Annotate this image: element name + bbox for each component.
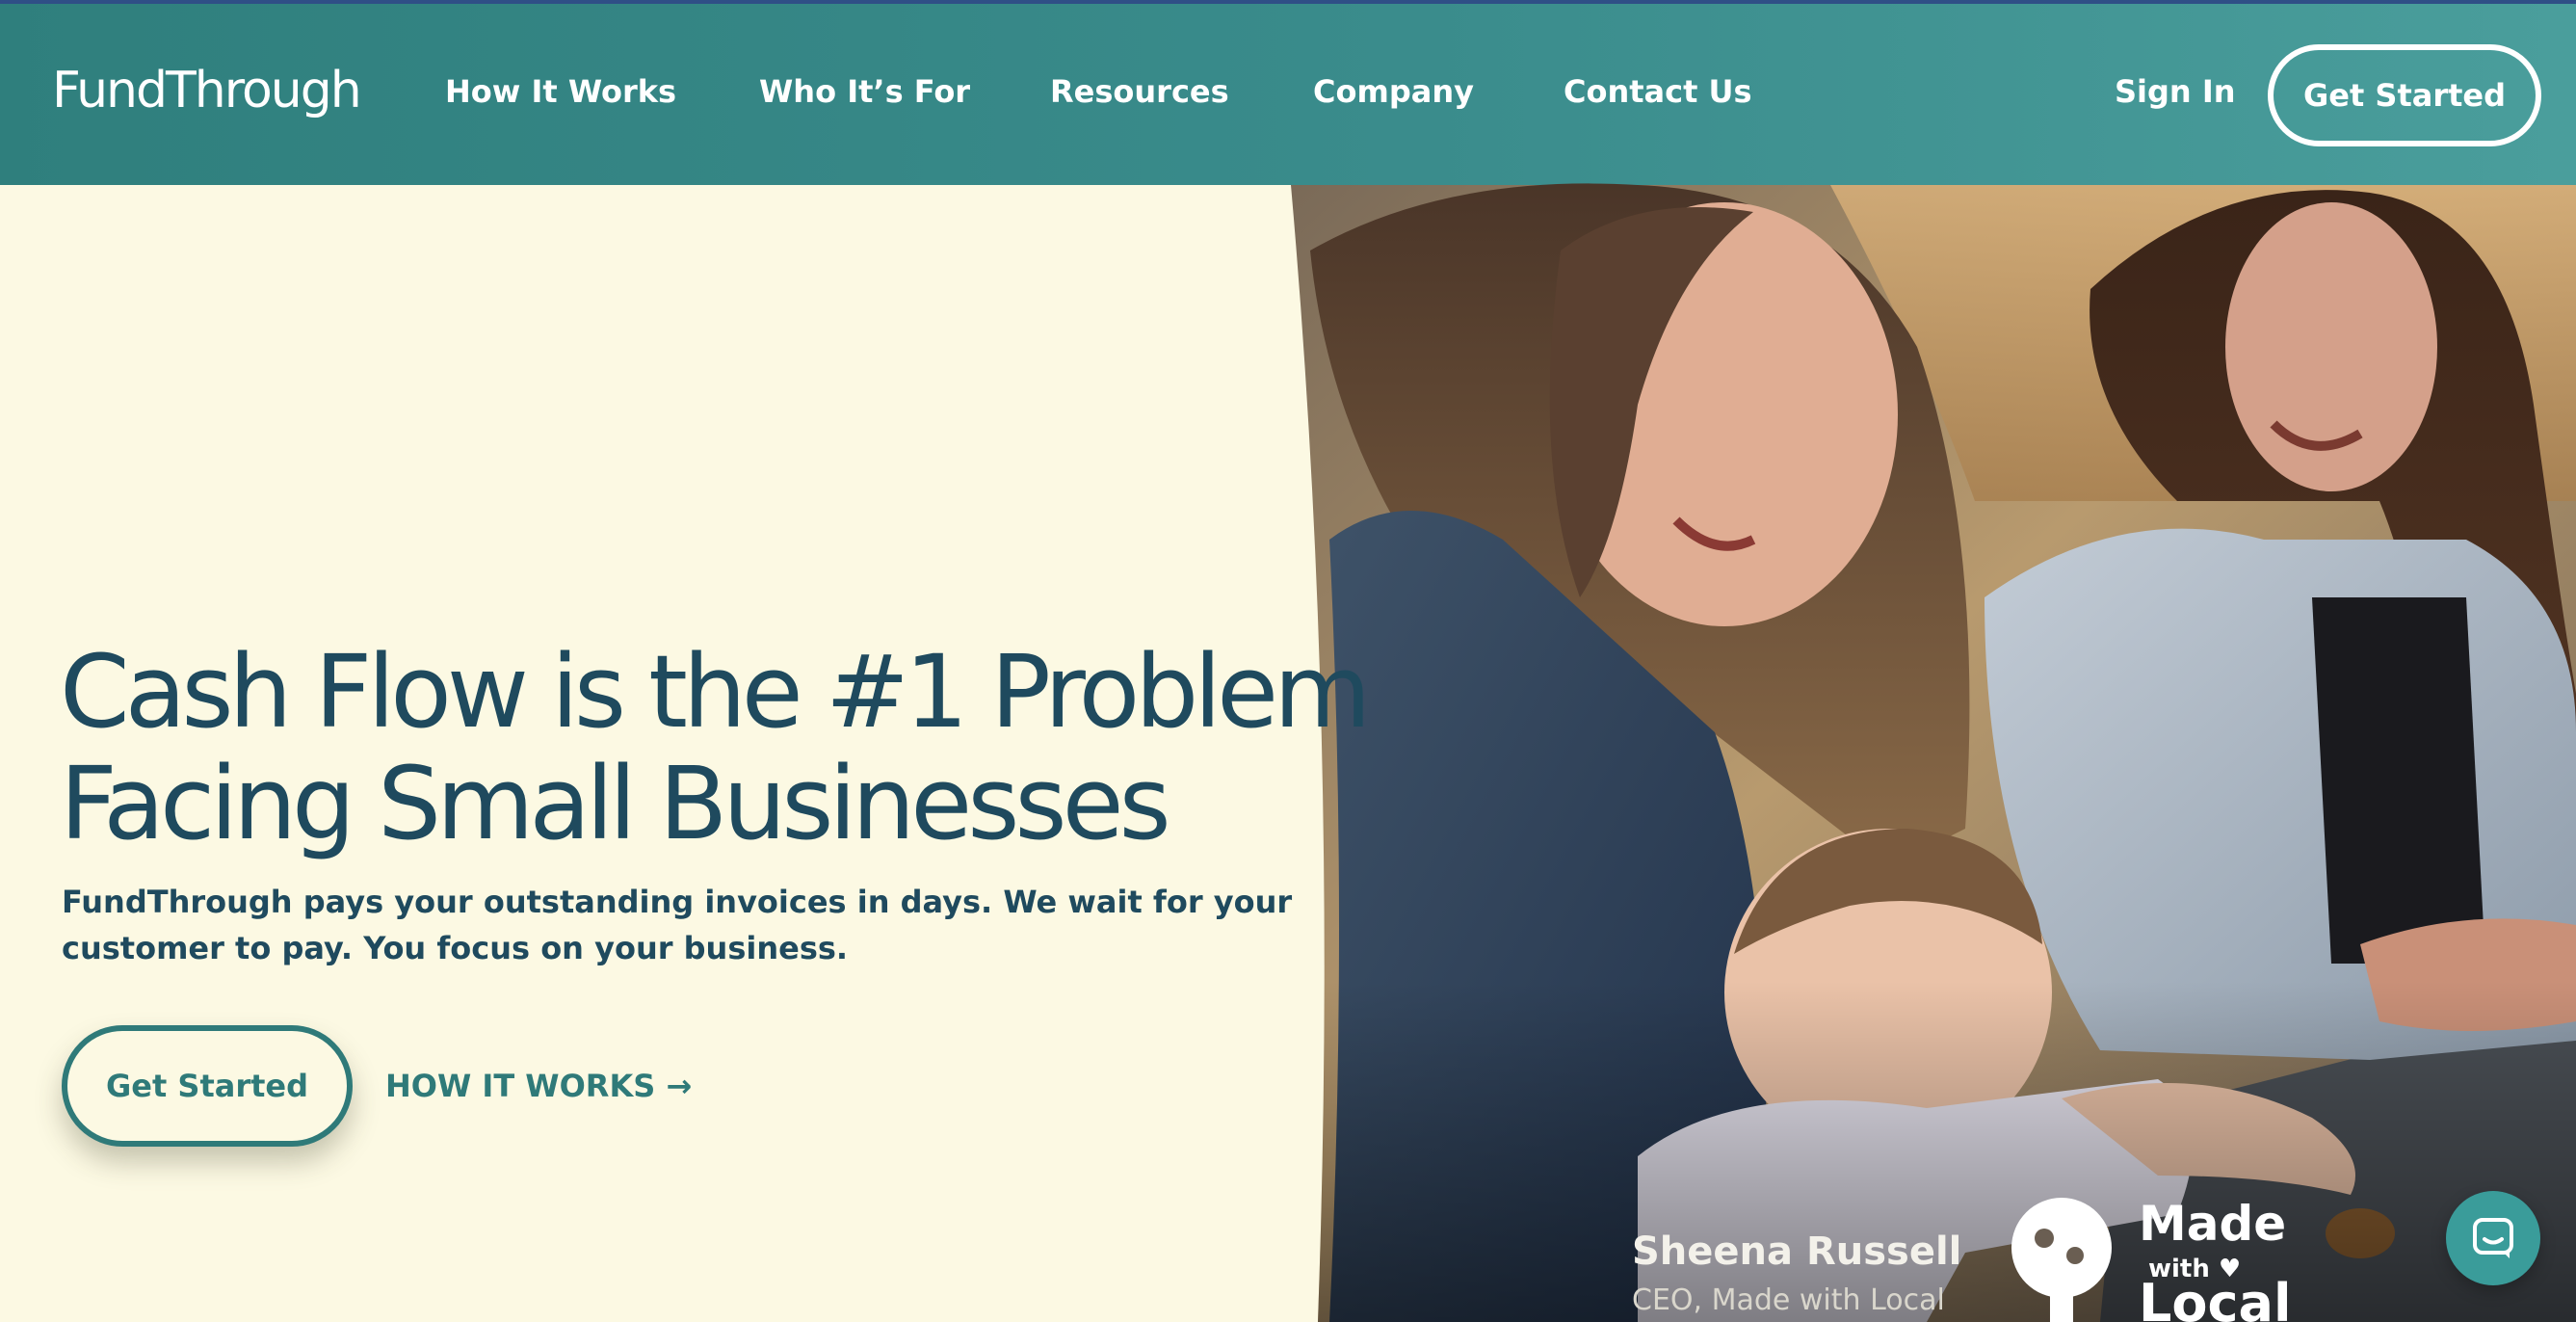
hero-headline: Cash Flow is the #1 Problem Facing Small… [60, 633, 1371, 862]
chat-widget-button[interactable] [2446, 1191, 2540, 1285]
how-it-works-link[interactable]: HOW IT WORKS → [385, 1068, 692, 1104]
chat-bubble-icon [2473, 1218, 2513, 1258]
svg-text:Local: Local [2139, 1273, 2291, 1322]
hero-get-started-button[interactable]: Get Started [62, 1025, 353, 1147]
svg-text:Made: Made [2139, 1196, 2286, 1252]
hero-subtitle: FundThrough pays your outstanding invoic… [62, 884, 1293, 966]
hero-headline-line-1: Cash Flow is the #1 Problem [60, 633, 1371, 751]
testimonial-name: Sheena Russell [1632, 1229, 1962, 1274]
photo-bottom-shade [1291, 185, 2576, 1322]
testimonial-role: CEO, Made with Local [1632, 1283, 1945, 1317]
hero-headline-line-2: Facing Small Businesses [60, 745, 1171, 862]
